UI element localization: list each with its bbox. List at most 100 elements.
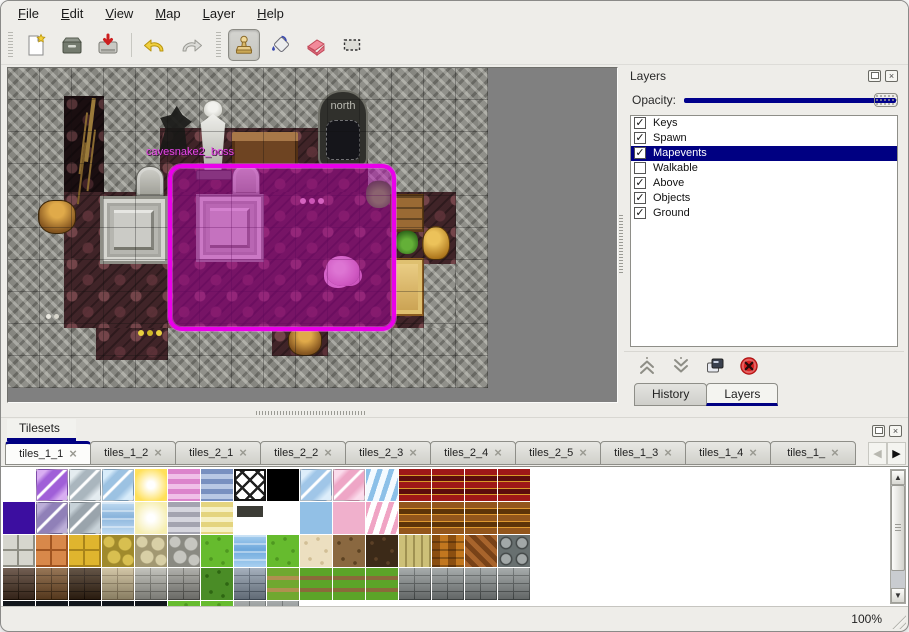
map-selection-rectangle[interactable] <box>168 164 396 331</box>
palette-tile-grass[interactable] <box>267 535 299 567</box>
scrollbar-track[interactable] <box>891 571 905 588</box>
palette-tile-crystal_purple[interactable] <box>36 469 68 501</box>
palette-tile-lattice[interactable] <box>234 469 266 501</box>
close-panel-icon[interactable]: × <box>885 70 898 82</box>
palette-tile-weave[interactable] <box>432 535 464 567</box>
scroll-down-icon[interactable]: ▼ <box>891 588 905 603</box>
layer-visibility-checkbox[interactable]: ✓ <box>634 177 646 189</box>
palette-tile-stripes_pink[interactable] <box>168 469 200 501</box>
palette-tile-crystal_blue[interactable] <box>102 469 134 501</box>
tileset-tab-tiles_2_2[interactable]: tiles_2_2× <box>260 441 346 465</box>
palette-tile-glow_yellow[interactable] <box>135 469 167 501</box>
stamp-tool-button[interactable] <box>228 29 260 61</box>
undo-button[interactable] <box>139 29 171 61</box>
close-tab-icon[interactable]: × <box>239 448 247 458</box>
palette-tile-pink_solid[interactable] <box>333 502 365 534</box>
open-button[interactable] <box>56 29 88 61</box>
dock-tab-history[interactable]: History <box>634 383 707 406</box>
palette-tile-stone_blocks[interactable] <box>3 535 35 567</box>
tilesets-panel-title[interactable]: Tilesets <box>7 419 76 441</box>
opacity-slider-track[interactable] <box>684 98 896 103</box>
menu-view[interactable]: View <box>94 3 144 24</box>
menu-map[interactable]: Map <box>144 3 191 24</box>
palette-tile-carpet_red[interactable] <box>465 469 497 501</box>
layer-visibility-checkbox[interactable]: ✓ <box>634 207 646 219</box>
palette-tile-purple_solid[interactable] <box>3 502 35 534</box>
palette-tile-wood_dark[interactable] <box>366 535 398 567</box>
palette-tile-ribbon_pink[interactable] <box>366 502 398 534</box>
map-viewport[interactable]: north <box>7 67 618 403</box>
close-tab-icon[interactable]: × <box>494 448 502 458</box>
tile-palette[interactable]: ▲ ▼ <box>1 466 908 606</box>
palette-tile-brick_grey2[interactable] <box>432 568 464 600</box>
palette-tile-carpet_orange[interactable] <box>432 502 464 534</box>
palette-tile-sand[interactable] <box>300 535 332 567</box>
palette-tile-stripes_yellow[interactable] <box>201 502 233 534</box>
palette-tile-herring[interactable] <box>465 535 497 567</box>
scrollbar-thumb[interactable] <box>891 485 905 571</box>
layer-row-above[interactable]: ✓Above <box>631 176 897 191</box>
toolbar-grip[interactable] <box>214 32 223 58</box>
menu-help[interactable]: Help <box>246 3 295 24</box>
raise-layer-button[interactable] <box>636 355 658 377</box>
tileset-tab-tiles_2_3[interactable]: tiles_2_3× <box>345 441 431 465</box>
palette-tile-brick_grey2[interactable] <box>498 568 530 600</box>
palette-tile-black[interactable] <box>267 469 299 501</box>
close-tab-icon[interactable]: × <box>831 448 839 458</box>
palette-tile-water_ripple[interactable] <box>102 502 134 534</box>
new-button[interactable] <box>20 29 52 61</box>
horizontal-splitter[interactable] <box>1 408 908 417</box>
close-tab-icon[interactable]: × <box>664 448 672 458</box>
redo-button[interactable] <box>175 29 207 61</box>
save-button[interactable] <box>92 29 124 61</box>
eraser-tool-button[interactable] <box>300 29 332 61</box>
tileset-tab-tiles_2_4[interactable]: tiles_2_4× <box>430 441 516 465</box>
palette-tile-grass_path[interactable] <box>333 568 365 600</box>
palette-tile-crystal_dimpurple[interactable] <box>36 502 68 534</box>
palette-tile-brick_grey[interactable] <box>168 568 200 600</box>
tileset-tab-tiles_1_2[interactable]: tiles_1_2× <box>90 441 176 465</box>
layer-row-keys[interactable]: ✓Keys <box>631 116 897 131</box>
palette-tile-carpet_red[interactable] <box>399 469 431 501</box>
palette-tile-wall_grey[interactable] <box>135 568 167 600</box>
palette-tile-crystal_blue2[interactable] <box>300 469 332 501</box>
menu-edit[interactable]: Edit <box>50 3 94 24</box>
palette-tile-carpet_orange[interactable] <box>498 502 530 534</box>
palette-tile-grass_path[interactable] <box>366 568 398 600</box>
tileset-tab-tiles_2_5[interactable]: tiles_2_5× <box>515 441 601 465</box>
palette-tile-tiles_orange[interactable] <box>36 535 68 567</box>
layer-row-spawn[interactable]: ✓Spawn <box>631 131 897 146</box>
palette-tile-grass_path[interactable] <box>300 568 332 600</box>
palette-tile-water[interactable] <box>234 535 266 567</box>
palette-tile-carpet_red[interactable] <box>498 469 530 501</box>
close-tab-icon[interactable]: × <box>409 448 417 458</box>
close-tab-icon[interactable]: × <box>154 448 162 458</box>
palette-tile-path_sand[interactable] <box>267 568 299 600</box>
close-tab-icon[interactable]: × <box>749 448 757 458</box>
palette-tile-carpet_orange[interactable] <box>465 502 497 534</box>
scroll-up-icon[interactable]: ▲ <box>891 470 905 485</box>
layer-row-mapevents[interactable]: ✓Mapevents <box>631 146 897 161</box>
resize-grip[interactable] <box>890 613 906 629</box>
palette-tile-carpet_orange[interactable] <box>399 502 431 534</box>
fill-tool-button[interactable] <box>264 29 296 61</box>
layer-visibility-checkbox[interactable]: ✓ <box>634 132 646 144</box>
float-panel-icon[interactable] <box>868 70 881 82</box>
tileset-tab-tiles_1_3[interactable]: tiles_1_3× <box>600 441 686 465</box>
tileset-tab-tiles_1_[interactable]: tiles_1_× <box>770 441 856 465</box>
tileset-tab-tiles_1_4[interactable]: tiles_1_4× <box>685 441 771 465</box>
palette-tile-brick_brown[interactable] <box>36 568 68 600</box>
dock-tab-layers[interactable]: Layers <box>706 383 778 406</box>
close-tab-icon[interactable]: × <box>69 449 77 459</box>
palette-tile-empty[interactable] <box>3 469 35 501</box>
palette-tile-carpet_red[interactable] <box>432 469 464 501</box>
menu-file[interactable]: File <box>7 3 50 24</box>
palette-tile-brown_dark[interactable] <box>69 568 101 600</box>
float-panel-icon[interactable] <box>872 425 885 437</box>
palette-tile-brick_grey2[interactable] <box>465 568 497 600</box>
tileset-tab-tiles_2_1[interactable]: tiles_2_1× <box>175 441 261 465</box>
palette-tile-brick_grey2[interactable] <box>399 568 431 600</box>
close-tab-icon[interactable]: × <box>579 448 587 458</box>
layer-visibility-checkbox[interactable]: ✓ <box>634 192 646 204</box>
palette-scrollbar[interactable]: ▲ ▼ <box>890 469 906 604</box>
